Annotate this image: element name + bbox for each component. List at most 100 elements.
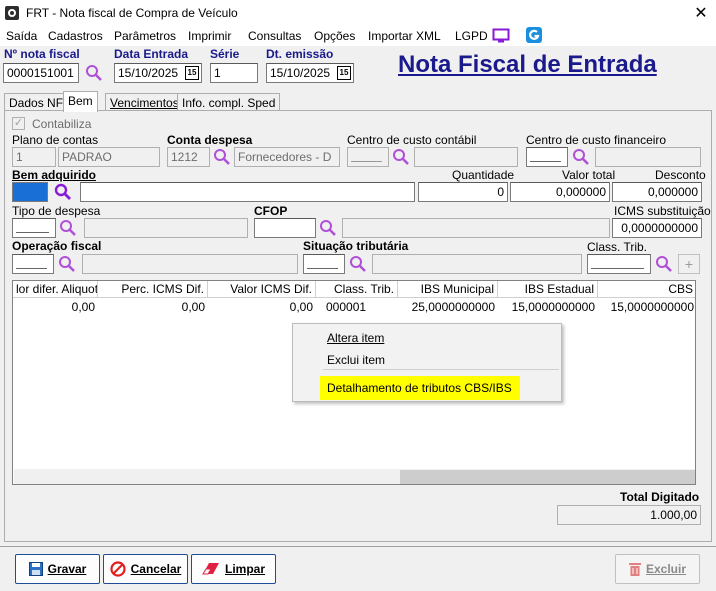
tab-vencimentos[interactable]: Vencimentos [105,93,184,111]
grid-cell[interactable]: 25,0000000000 [398,299,498,316]
cancel-icon [110,561,126,577]
horizontal-scrollbar[interactable] [14,469,695,484]
menu-imprimir[interactable]: Imprimir [188,29,231,43]
centro-custo-contabil-name [414,147,518,167]
tipo-despesa-name [84,218,248,238]
limpar-button[interactable]: Limpar [191,554,276,584]
bem-adquirido-code[interactable] [12,182,48,202]
search-icon[interactable] [348,254,368,274]
gravar-button[interactable]: Gravar [15,554,100,584]
desconto-label: Desconto [655,168,706,182]
title-bar: FRT - Nota fiscal de Compra de Veículo ✕ [0,0,716,26]
gravar-label: Gravar [47,562,87,576]
grid-cell[interactable]: 15,0000000000 [598,299,695,316]
plano-contas-code: 1 [12,147,56,167]
search-icon[interactable] [654,254,674,274]
quantidade-label: Quantidade [452,168,515,182]
floppy-icon [28,562,43,576]
tab-bem[interactable]: Bem [63,91,98,112]
grid-header[interactable]: IBS Estadual [498,281,598,298]
situacao-tributaria-code[interactable] [303,254,345,274]
menu-detalhamento-tributos[interactable]: Detalhamento de tributos CBS/IBS [327,381,512,395]
tab-info-compl-sped[interactable]: Info. compl. Sped [177,93,281,111]
calendar-icon[interactable]: 15 [185,66,199,80]
operacao-fiscal-code[interactable] [12,254,54,274]
icms-substituicao-input[interactable]: 0,0000000000 [612,218,702,238]
quantidade-input[interactable]: 0 [418,182,508,202]
grid-header[interactable]: lor difer. Aliquota [13,281,98,298]
menu-opcoes[interactable]: Opções [314,29,355,43]
eraser-icon [202,563,219,575]
search-icon[interactable] [391,147,411,167]
conta-despesa-name: Fornecedores - D [234,147,340,167]
trash-icon [628,562,641,576]
grid-cell[interactable]: 000001 [316,299,398,316]
menu-altera-item-label: Altera item [327,331,385,345]
search-icon[interactable] [58,218,78,238]
tipo-despesa-label: Tipo de despesa [12,204,101,218]
dt-emissao-input[interactable]: 15/10/2025 15 [266,63,354,83]
contabiliza-checkbox[interactable]: ✓ [12,117,25,130]
menu-parametros[interactable]: Parâmetros [114,29,176,43]
menu-lgpd[interactable]: LGPD [455,29,488,43]
search-icon[interactable] [84,63,104,83]
excluir-label: Excluir [645,562,687,576]
divider [0,546,716,547]
cfop-input[interactable] [254,218,316,238]
search-icon[interactable] [318,218,338,238]
cfop-label: CFOP [254,204,288,218]
menu-saida[interactable]: Saída [6,29,37,43]
situacao-tributaria-name [372,254,582,274]
plano-contas-label: Plano de contas [12,133,99,147]
desconto-input[interactable]: 0,000000 [612,182,702,202]
serie-input[interactable]: 1 [210,63,258,83]
data-entrada-input[interactable]: 15/10/2025 15 [114,63,202,83]
tipo-despesa-code[interactable] [12,218,56,238]
menu-altera-item[interactable]: Altera item [327,331,384,345]
valor-total-input[interactable]: 0,000000 [510,182,610,202]
calendar-icon[interactable]: 15 [337,66,351,80]
grid-cell[interactable]: 0,00 [208,299,316,316]
page-title: Nota Fiscal de Entrada [398,51,657,78]
centro-custo-contabil-label: Centro de custo contábil [347,133,477,147]
monitor-icon[interactable] [492,28,510,44]
bem-adquirido-name[interactable] [80,182,415,202]
search-icon[interactable] [571,147,591,167]
add-class-trib-button[interactable]: + [678,254,700,274]
menu-separator [323,369,559,370]
centro-custo-financeiro-name [595,147,701,167]
excluir-button[interactable]: Excluir [615,554,700,584]
grid-header[interactable]: IBS Municipal [398,281,498,298]
close-icon[interactable]: ✕ [690,3,712,23]
grid-header[interactable]: Valor ICMS Dif. [208,281,316,298]
menu-importar-xml[interactable]: Importar XML [368,29,441,43]
app-icon [5,6,19,20]
search-icon[interactable] [53,182,73,202]
menu-bar: Saída Cadastros Parâmetros Imprimir Cons… [0,26,716,46]
contabiliza-label: Contabiliza [32,117,92,131]
class-trib-input[interactable] [587,254,651,274]
class-trib-label: Class. Trib. [587,240,648,254]
nota-fiscal-input[interactable]: 0000151001 [3,63,79,83]
grid-cell[interactable]: 0,00 [98,299,208,316]
dt-emissao-value: 15/10/2025 [270,66,331,80]
scrollbar-thumb[interactable] [400,470,695,484]
search-icon[interactable] [212,147,232,167]
g-logo-icon[interactable] [526,27,542,43]
window-title: FRT - Nota fiscal de Compra de Veículo [26,6,238,20]
grid-cell[interactable]: 0,00 [13,299,98,316]
tab-dados-nf[interactable]: Dados NF [4,93,69,111]
menu-exclui-item[interactable]: Exclui item [327,353,385,367]
menu-consultas[interactable]: Consultas [248,29,301,43]
search-icon[interactable] [57,254,77,274]
total-digitado-label: Total Digitado [620,490,700,504]
grid-header[interactable]: Class. Trib. [316,281,398,298]
grid-header[interactable]: CBS [598,281,695,298]
menu-cadastros[interactable]: Cadastros [48,29,103,43]
grid-header[interactable]: Perc. ICMS Dif. [98,281,208,298]
grid-cell[interactable]: 15,0000000000 [498,299,598,316]
centro-custo-financeiro-code[interactable] [526,147,568,167]
limpar-label: Limpar [224,562,265,576]
cancelar-button[interactable]: Cancelar [103,554,188,584]
situacao-tributaria-label: Situação tributária [303,239,409,253]
